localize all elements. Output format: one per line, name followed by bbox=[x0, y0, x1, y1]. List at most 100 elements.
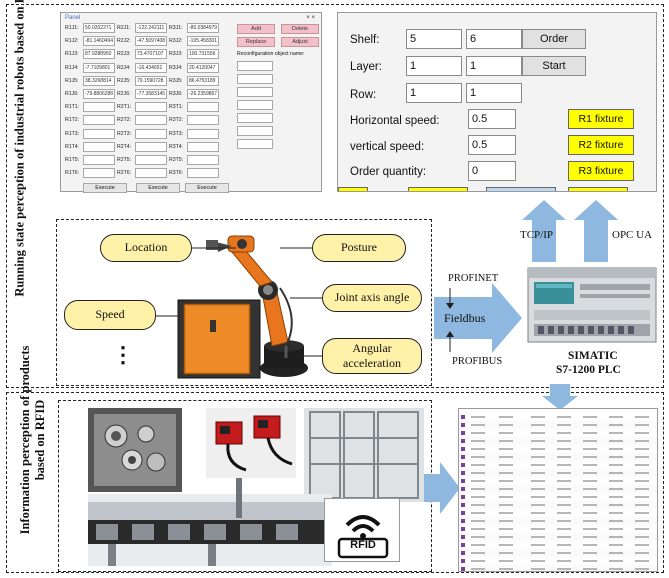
table-cell bbox=[471, 472, 485, 474]
table-cell bbox=[471, 568, 485, 570]
table-cell bbox=[531, 432, 545, 434]
rfid-logo-card: RFID bbox=[324, 498, 400, 562]
table-cell bbox=[583, 560, 597, 562]
rfid-arrow bbox=[420, 462, 460, 514]
row-tag-icon bbox=[461, 543, 465, 547]
table-cell bbox=[471, 424, 485, 426]
table-cell bbox=[471, 536, 485, 538]
table-row bbox=[459, 501, 657, 510]
table-cell bbox=[583, 568, 597, 570]
table-cell bbox=[499, 560, 513, 562]
table-cell bbox=[583, 552, 597, 554]
table-cell bbox=[531, 424, 545, 426]
row-tag-icon bbox=[461, 415, 465, 419]
table-cell bbox=[499, 448, 513, 450]
row-tag-icon bbox=[461, 479, 465, 483]
table-cell bbox=[499, 464, 513, 466]
row-tag-icon bbox=[461, 519, 465, 523]
table-cell bbox=[635, 448, 649, 450]
table-cell bbox=[499, 536, 513, 538]
table-cell bbox=[471, 448, 485, 450]
table-cell bbox=[499, 528, 513, 530]
table-cell bbox=[609, 512, 623, 514]
table-cell bbox=[499, 440, 513, 442]
table-cell bbox=[557, 520, 571, 522]
table-row bbox=[459, 421, 657, 430]
table-cell bbox=[609, 432, 623, 434]
plc-down-arrow bbox=[542, 384, 578, 410]
table-cell bbox=[635, 432, 649, 434]
table-cell bbox=[499, 520, 513, 522]
table-cell bbox=[471, 432, 485, 434]
table-cell bbox=[635, 528, 649, 530]
table-cell bbox=[635, 496, 649, 498]
table-cell bbox=[557, 480, 571, 482]
table-cell bbox=[609, 528, 623, 530]
table-cell bbox=[471, 480, 485, 482]
table-cell bbox=[531, 528, 545, 530]
table-cell bbox=[471, 456, 485, 458]
row-tag-icon bbox=[461, 567, 465, 571]
table-cell bbox=[609, 464, 623, 466]
table-cell bbox=[557, 464, 571, 466]
plc-name-line1: SIMATIC bbox=[568, 350, 618, 362]
table-cell bbox=[499, 472, 513, 474]
table-row bbox=[459, 541, 657, 550]
table-cell bbox=[609, 488, 623, 490]
table-cell bbox=[499, 512, 513, 514]
table-cell bbox=[471, 552, 485, 554]
conveyor-line-photo bbox=[88, 494, 332, 566]
table-cell bbox=[557, 456, 571, 458]
table-row bbox=[459, 469, 657, 478]
table-cell bbox=[557, 528, 571, 530]
table-row bbox=[459, 525, 657, 534]
table-row bbox=[459, 485, 657, 494]
table-row bbox=[459, 549, 657, 558]
table-cell bbox=[583, 528, 597, 530]
table-row bbox=[459, 509, 657, 518]
table-cell bbox=[531, 552, 545, 554]
table-row bbox=[459, 413, 657, 422]
table-cell bbox=[609, 480, 623, 482]
table-cell bbox=[609, 496, 623, 498]
table-cell bbox=[531, 448, 545, 450]
table-cell bbox=[583, 448, 597, 450]
table-cell bbox=[635, 440, 649, 442]
rfid-label: RFID bbox=[350, 539, 376, 551]
table-cell bbox=[557, 496, 571, 498]
table-cell bbox=[583, 472, 597, 474]
table-row bbox=[459, 517, 657, 526]
table-cell bbox=[635, 504, 649, 506]
table-cell bbox=[557, 472, 571, 474]
table-cell bbox=[609, 568, 623, 570]
table-cell bbox=[471, 464, 485, 466]
table-cell bbox=[609, 440, 623, 442]
table-cell bbox=[499, 496, 513, 498]
row-tag-icon bbox=[461, 447, 465, 451]
table-cell bbox=[583, 488, 597, 490]
fieldbus-label: Fieldbus bbox=[444, 311, 486, 325]
table-cell bbox=[609, 560, 623, 562]
table-cell bbox=[531, 480, 545, 482]
table-cell bbox=[583, 512, 597, 514]
table-row bbox=[459, 437, 657, 446]
table-cell bbox=[471, 560, 485, 562]
table-cell bbox=[557, 512, 571, 514]
table-cell bbox=[557, 416, 571, 418]
table-cell bbox=[557, 544, 571, 546]
table-cell bbox=[531, 496, 545, 498]
table-cell bbox=[583, 536, 597, 538]
table-cell bbox=[609, 536, 623, 538]
table-cell bbox=[557, 424, 571, 426]
support-post bbox=[236, 478, 242, 518]
table-cell bbox=[609, 544, 623, 546]
row-tag-icon bbox=[461, 431, 465, 435]
table-cell bbox=[531, 560, 545, 562]
table-row bbox=[459, 429, 657, 438]
table-cell bbox=[583, 496, 597, 498]
table-row bbox=[459, 477, 657, 486]
table-cell bbox=[557, 568, 571, 570]
table-cell bbox=[583, 464, 597, 466]
table-row bbox=[459, 557, 657, 566]
table-cell bbox=[471, 520, 485, 522]
